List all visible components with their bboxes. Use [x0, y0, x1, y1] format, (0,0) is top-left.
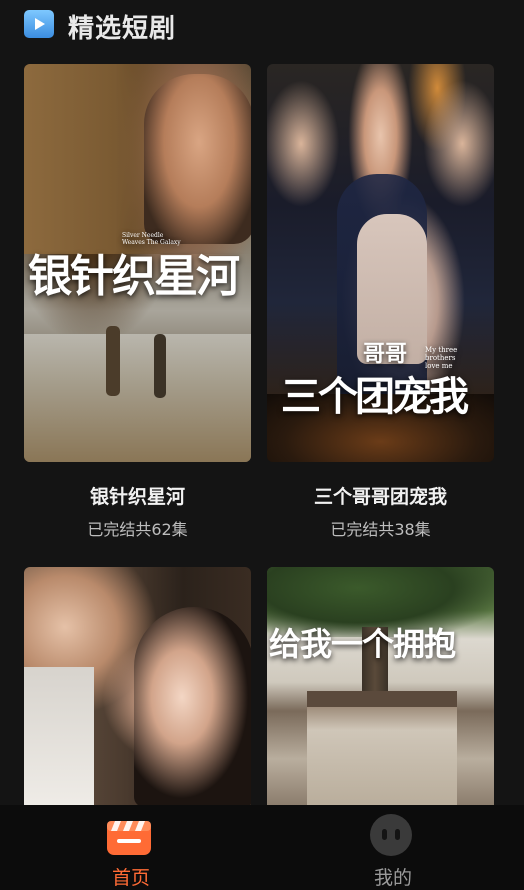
header: 精选短剧 [0, 0, 524, 48]
drama-title[interactable]: 银针织星河 [24, 482, 251, 509]
play-icon [24, 10, 54, 38]
drama-episodes: 已完结共38集 [330, 520, 431, 539]
drama-poster[interactable]: 哥哥 三个团宠我 My three brothers love me [267, 64, 494, 462]
poster-subtitle-text: My three brothers love me [425, 346, 458, 370]
drama-poster[interactable] [24, 567, 251, 807]
tab-home[interactable]: 首页 [0, 805, 262, 890]
section-title: 精选短剧 [68, 14, 177, 44]
tab-mine-label[interactable]: 我的 [262, 863, 524, 890]
drama-episodes: 已完结共62集 [87, 520, 188, 539]
drama-poster[interactable]: 银针织星河 Silver Needle Weaves The Galaxy [24, 64, 251, 462]
clapperboard-icon [107, 817, 151, 855]
profile-face-icon [369, 814, 413, 856]
poster-title-text: 给我一个拥抱 [269, 625, 456, 663]
poster-title-text: 三个团宠我 [281, 373, 469, 420]
drama-poster[interactable]: 给我一个拥抱 [267, 567, 494, 807]
poster-title-text: 银针织星河 [28, 251, 240, 302]
bottom-tab-bar: 首页 我的 [0, 805, 524, 890]
drama-title[interactable]: 三个哥哥团宠我 [267, 482, 494, 509]
tab-mine[interactable]: 我的 [262, 805, 524, 890]
poster-subtitle-text: Silver Needle Weaves The Galaxy [122, 232, 181, 246]
tab-home-label[interactable]: 首页 [0, 863, 262, 890]
